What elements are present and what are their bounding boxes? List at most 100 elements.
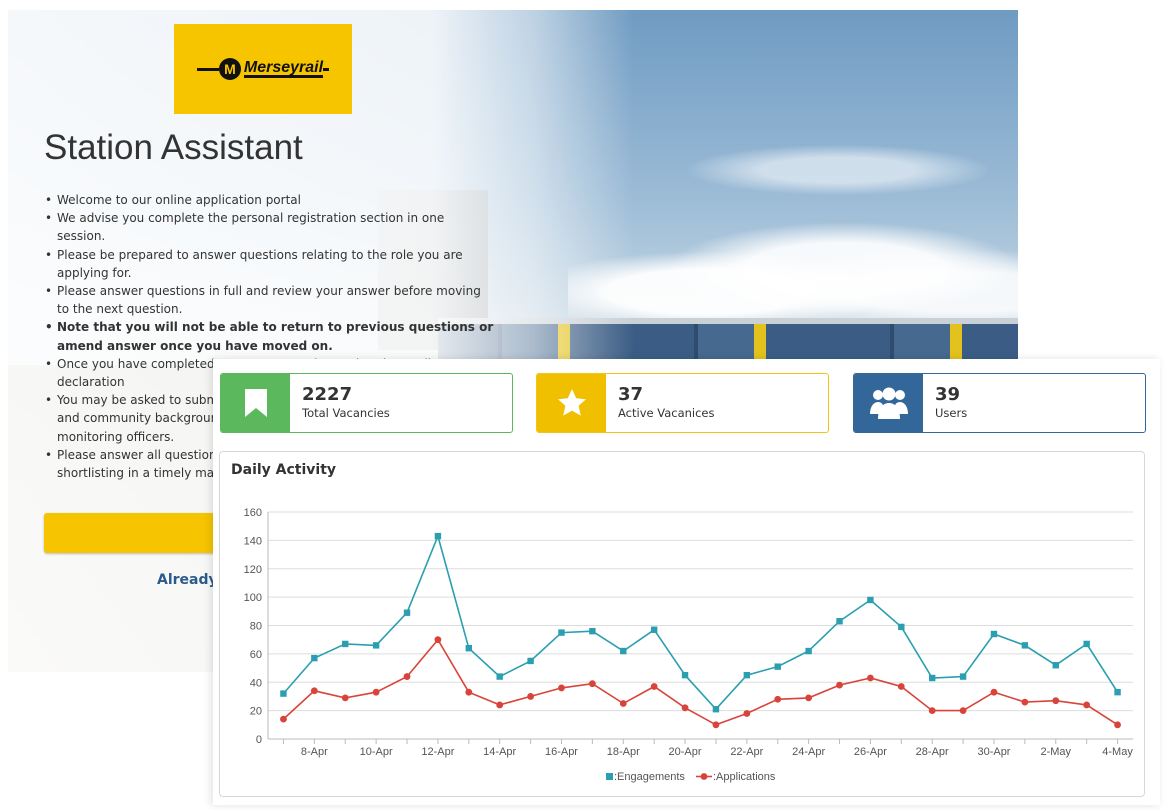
legend-label-applications: :Applications [713,771,776,783]
data-point-engagements [311,654,318,662]
stat-label: Users [935,406,968,420]
instruction-text: Welcome to our online application portal [57,193,301,207]
y-tick-label: 160 [244,507,262,519]
data-point-applications [1052,697,1060,705]
data-point-applications [928,707,936,715]
y-tick-label: 140 [244,535,262,547]
data-point-engagements [774,663,781,670]
data-point-applications [372,688,380,696]
series-line-engagements [282,533,1119,711]
data-point-engagements [928,674,936,682]
stat-value: 39 [935,384,961,405]
x-tick-label: 20-Apr [669,746,702,758]
logo-text: Merseyrail [243,59,324,78]
data-point-applications [403,673,411,680]
data-point-applications [836,681,843,689]
data-point-engagements [403,609,411,616]
data-point-applications [805,694,813,702]
data-point-applications [496,701,504,709]
data-point-engagements [650,626,658,633]
instruction-item: Welcome to our online application portal [44,191,494,209]
data-point-engagements [434,532,442,540]
instruction-text: monitoring officers. [57,429,175,444]
x-tick-label: 12-Apr [421,746,454,758]
data-point-applications [867,674,874,682]
data-point-applications [619,700,627,707]
data-point-applications [1114,721,1121,729]
x-tick-label: 22-Apr [730,746,763,758]
dashboard-panel: 2227 Total Vacancies 37 Active Vacanices… [213,359,1160,805]
daily-activity-panel: Daily Activity 0 20 40 60 80 100 120 140 160 8-Ap… [219,451,1145,797]
instruction-text: shortlisting in a timely mann [57,466,230,481]
data-point-engagements [743,671,751,679]
data-point-engagements [527,657,534,665]
users-icon [854,374,923,432]
bookmark-icon [221,374,290,432]
data-point-engagements [465,645,473,652]
data-point-engagements [372,642,380,649]
y-tick-label: 20 [250,706,262,718]
merseyrail-m-icon: M [218,58,241,80]
data-point-applications [280,715,287,723]
x-tick-label: 30-Apr [977,746,1010,758]
data-point-applications [897,683,905,690]
data-point-applications [1021,698,1029,706]
data-point-engagements [1114,688,1121,696]
data-point-engagements [280,690,287,697]
stat-value: 37 [618,384,644,405]
data-point-applications [527,693,534,700]
y-tick-label: 0 [256,734,262,746]
data-point-engagements [805,647,812,655]
x-tick-label: 4-May [1102,746,1133,758]
data-point-applications [434,636,442,644]
legend-label-engagements: :Engagements [614,771,685,783]
data-point-engagements [589,627,596,635]
instruction-item: Note that you will not be able to return… [44,318,494,354]
data-point-engagements [990,630,998,638]
x-tick-label: 26-Apr [854,746,887,758]
stat-card-active-vacancies[interactable]: 37 Active Vacanices [536,373,829,433]
instruction-text: and community background [57,411,226,426]
instruction-text: We advise you complete the personal regi… [57,211,445,244]
data-point-applications [743,710,751,717]
data-point-engagements [681,671,689,679]
data-point-applications [650,683,658,690]
data-point-applications [310,687,318,695]
instruction-text: Please be prepared to answer questions r… [57,247,463,280]
x-tick-label: 28-Apr [916,746,949,758]
star-icon [537,374,606,432]
data-point-applications [1083,701,1091,709]
instruction-text: Please answer all questions [57,447,223,462]
data-point-engagements [867,596,874,604]
stat-label: Total Vacancies [302,406,390,420]
data-point-engagements [496,673,503,680]
legend-marker-engagements [606,773,613,780]
data-point-engagements [1052,662,1059,669]
data-point-engagements [898,623,905,631]
x-tick-label: 10-Apr [360,746,393,758]
stat-label: Active Vacanices [618,406,715,420]
data-point-applications [341,694,349,702]
instruction-text: Please answer questions in full and revi… [57,284,481,317]
x-tick-label: 24-Apr [792,746,825,758]
instruction-item: Please answer questions in full and revi… [44,282,494,318]
already-registered-link[interactable]: Already [157,572,218,588]
x-tick-label: 2-May [1040,746,1071,758]
data-point-applications [681,704,689,712]
data-point-engagements [558,629,565,636]
instruction-text: You may be asked to submit [57,393,227,408]
stat-card-users[interactable]: 39 Users [853,373,1146,433]
data-point-applications [959,707,967,715]
y-tick-label: 40 [250,677,262,689]
y-tick-label: 100 [244,592,262,604]
stat-card-total-vacancies[interactable]: 2227 Total Vacancies [220,373,513,433]
data-point-applications [465,688,473,696]
data-point-applications [558,684,565,692]
x-tick-label: 16-Apr [545,746,578,758]
x-tick-label: 14-Apr [483,746,516,758]
y-tick-label: 60 [250,649,262,661]
data-point-applications [990,688,998,696]
merseyrail-logo: M Merseyrail [174,24,352,114]
data-point-engagements [1083,640,1090,648]
data-point-engagements [836,618,843,625]
